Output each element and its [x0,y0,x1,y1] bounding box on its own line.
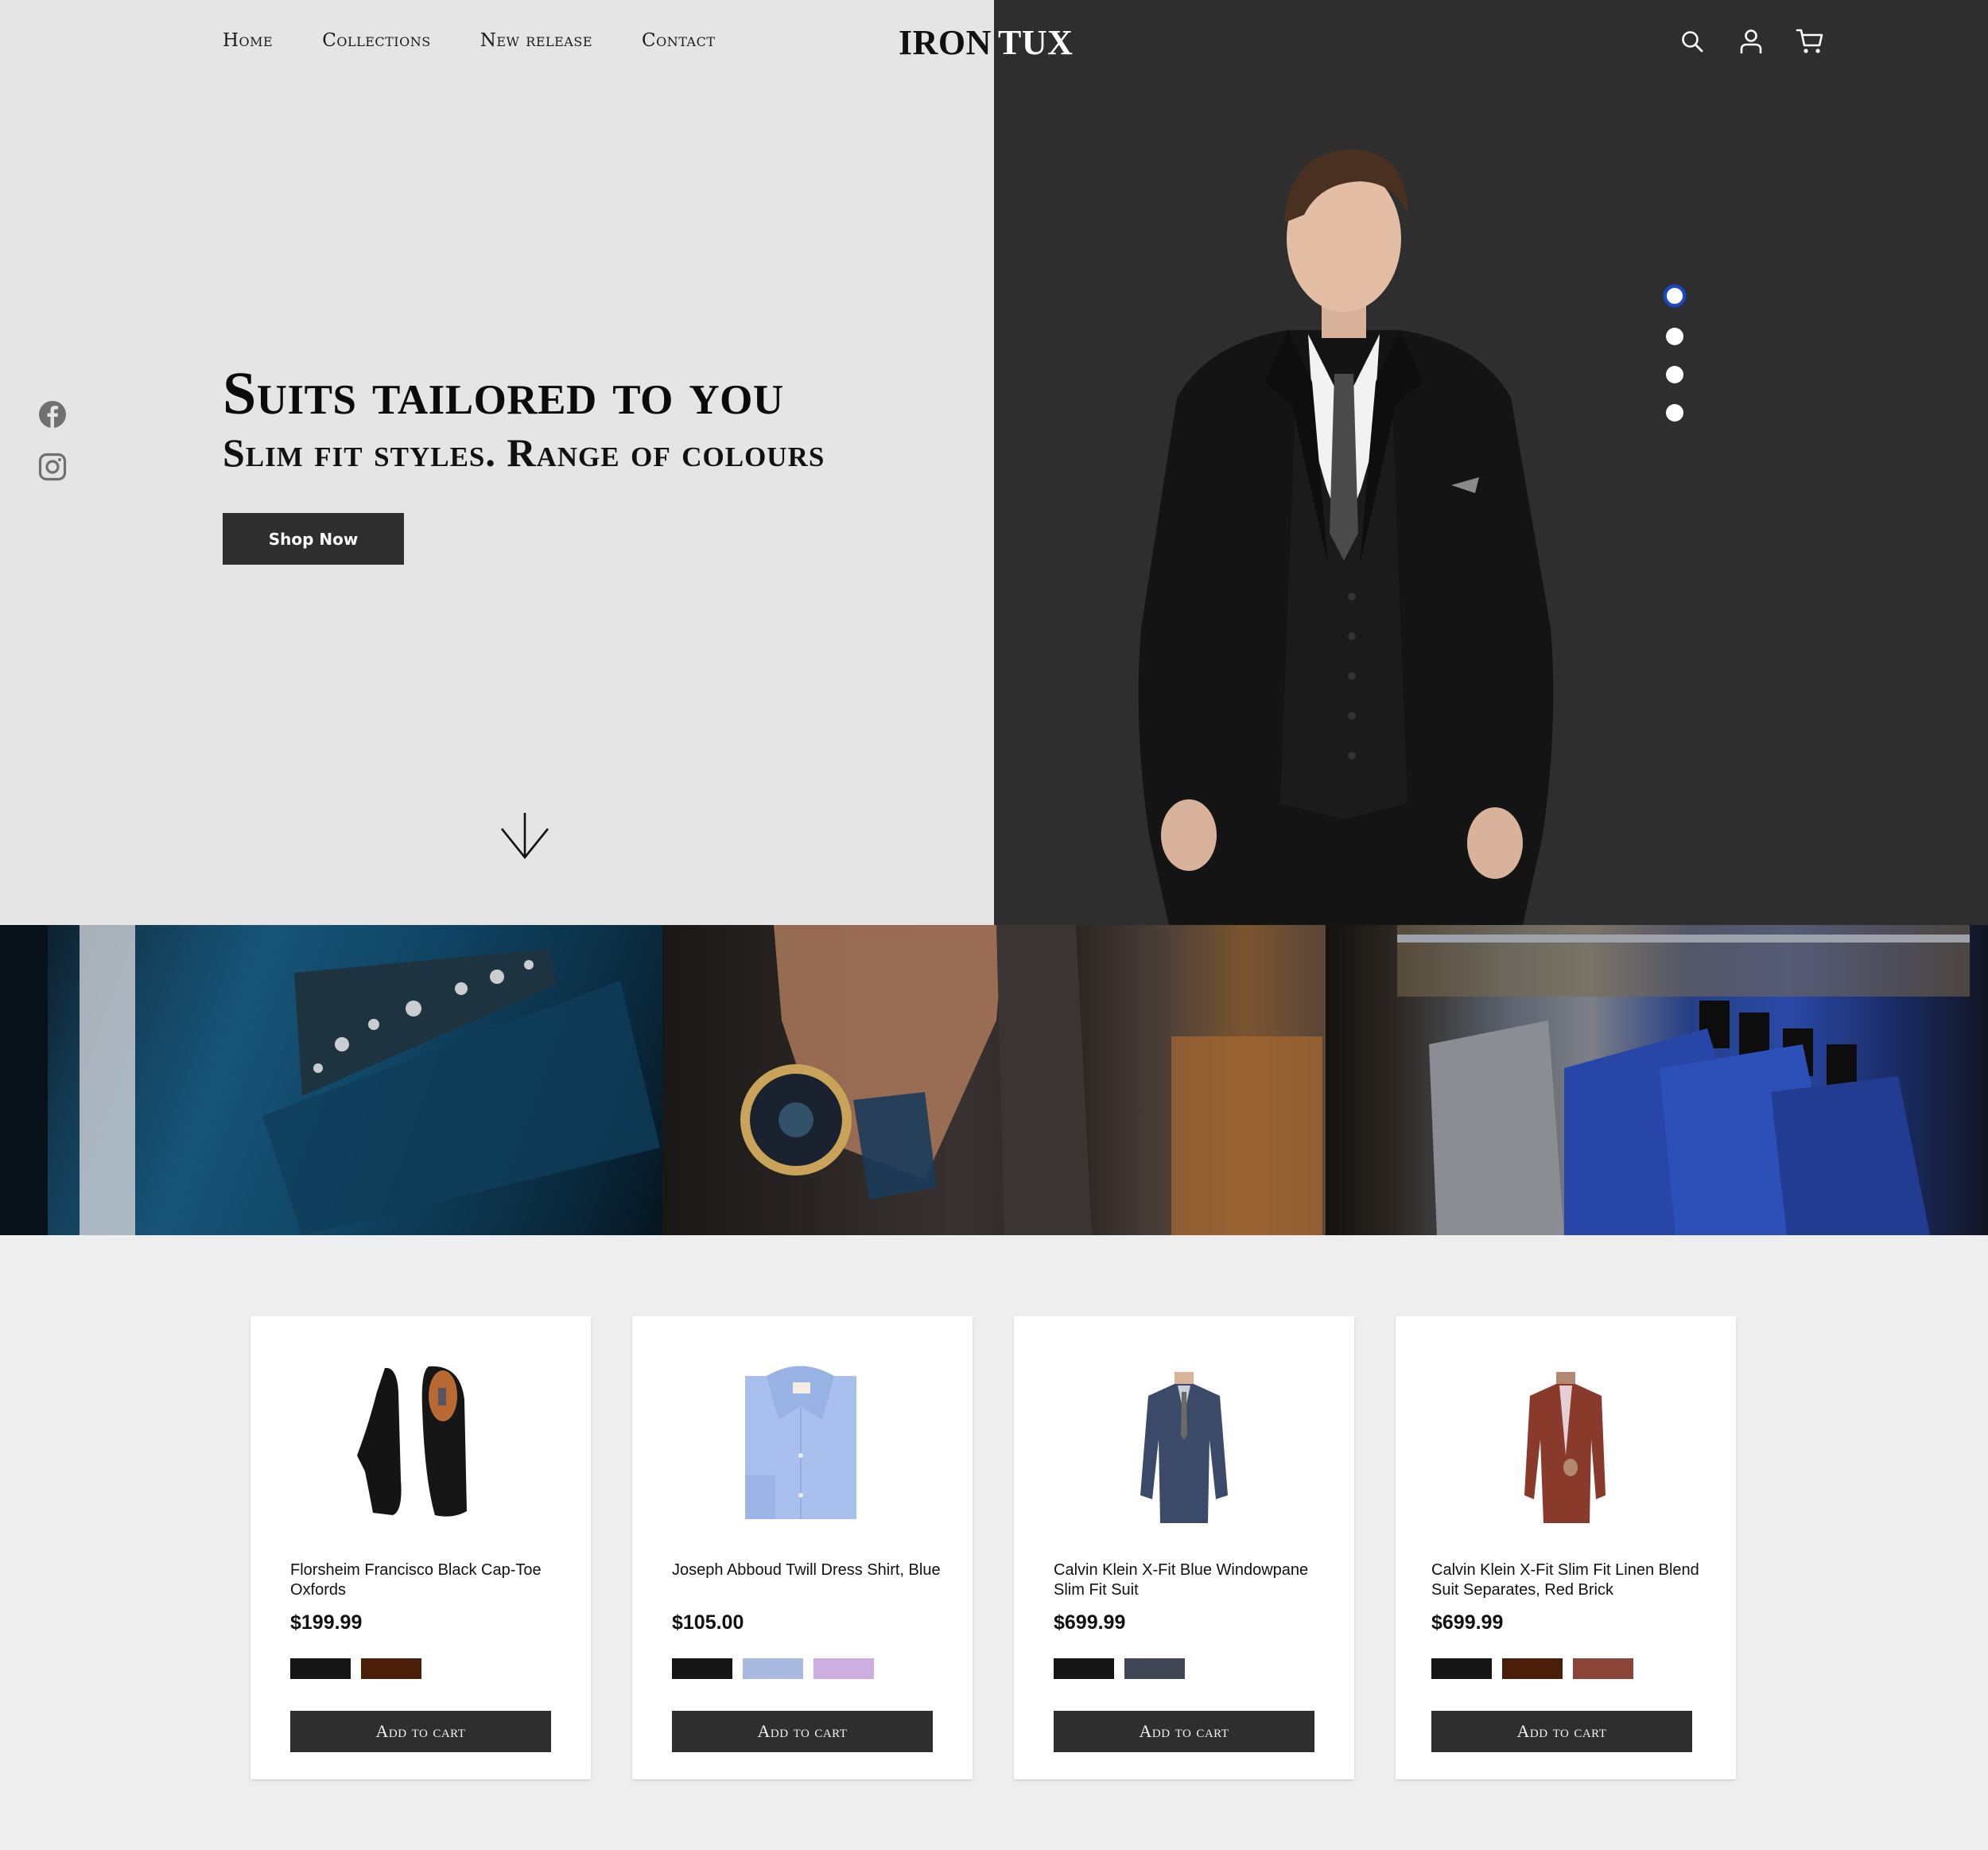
brand-logo[interactable]: IRON TUX [899,22,1073,63]
product-image-dress-shirt[interactable] [723,1360,882,1523]
arrow-down-icon[interactable] [499,811,550,862]
product-image-red-brick-suit[interactable] [1486,1360,1645,1523]
swatch-brown[interactable] [361,1658,421,1679]
shop-now-button[interactable]: Shop Now [223,513,404,565]
color-swatches [672,1658,874,1679]
hero-section: Home Collections New release Contact IRO… [0,0,1988,925]
swatch-black[interactable] [290,1658,351,1679]
slider-dot-2[interactable] [1666,328,1683,345]
search-button[interactable] [1678,25,1706,57]
header-actions [1678,25,1824,57]
swatch-light-blue[interactable] [743,1658,803,1679]
add-to-cart-button[interactable]: Add to cart [672,1711,933,1752]
product-name[interactable]: Florsheim Francisco Black Cap-Toe Oxford… [290,1560,559,1600]
account-button[interactable] [1737,25,1765,57]
product-card: Calvin Klein X-Fit Blue Windowpane Slim … [1014,1316,1354,1779]
product-card: Joseph Abboud Twill Dress Shirt, Blue $1… [632,1316,973,1779]
nav-home[interactable]: Home [223,30,273,51]
search-icon [1682,31,1703,52]
gallery-strip [0,925,1988,1235]
product-name[interactable]: Joseph Abboud Twill Dress Shirt, Blue [672,1560,941,1580]
product-price: $199.99 [290,1611,363,1634]
product-card: Calvin Klein X-Fit Slim Fit Linen Blend … [1396,1316,1736,1779]
product-image-windowpane-suit[interactable] [1105,1360,1264,1523]
hero-title: Suits tailored to you [223,360,784,427]
pocket-square-illustration [0,925,660,1235]
swatch-navy[interactable] [1124,1658,1185,1679]
slider-dot-4[interactable] [1666,404,1683,422]
product-price: $699.99 [1054,1611,1126,1634]
main-nav: Home Collections New release Contact [223,30,765,51]
swatch-lavender[interactable] [813,1658,874,1679]
nav-collections[interactable]: Collections [322,30,430,51]
gallery-image-suit-rack[interactable] [1325,925,1988,1235]
hero-subtitle: Slim fit styles. Range of colours [223,430,825,475]
suit-rack-illustration [1396,925,1970,1235]
slider-dot-3[interactable] [1666,366,1683,383]
product-name[interactable]: Calvin Klein X-Fit Slim Fit Linen Blend … [1431,1560,1704,1600]
product-card: Florsheim Francisco Black Cap-Toe Oxford… [250,1316,591,1779]
instagram-icon[interactable] [38,453,67,481]
brand-logo-part1: IRON [899,23,992,62]
hero-model-image [1138,150,1554,925]
slider-dot-1[interactable] [1664,285,1686,307]
cart-button[interactable] [1796,25,1824,57]
cart-icon [1796,29,1823,53]
watch-illustration [740,925,1323,1235]
user-icon [1740,29,1762,54]
color-swatches [290,1658,421,1679]
color-swatches [1431,1658,1633,1679]
social-links [38,400,67,481]
color-swatches [1054,1658,1185,1679]
product-price: $699.99 [1431,1611,1504,1634]
product-section: Florsheim Francisco Black Cap-Toe Oxford… [0,1235,1988,1850]
gallery-image-pocket-square[interactable] [0,925,663,1235]
nav-new-release[interactable]: New release [480,30,592,51]
hero-right-panel [994,0,1988,925]
product-image-oxford-shoes[interactable] [341,1360,500,1523]
swatch-black[interactable] [1431,1658,1492,1679]
product-price: $105.00 [672,1611,744,1634]
brand-logo-part2: TUX [998,23,1074,62]
hero-slider-dots [1664,285,1686,422]
nav-contact[interactable]: Contact [642,30,715,51]
swatch-brown[interactable] [1502,1658,1563,1679]
add-to-cart-button[interactable]: Add to cart [290,1711,551,1752]
gallery-image-watch[interactable] [662,925,1326,1235]
product-name[interactable]: Calvin Klein X-Fit Blue Windowpane Slim … [1054,1560,1322,1600]
add-to-cart-button[interactable]: Add to cart [1431,1711,1692,1752]
swatch-black[interactable] [672,1658,732,1679]
swatch-red-brick[interactable] [1573,1658,1633,1679]
add-to-cart-button[interactable]: Add to cart [1054,1711,1314,1752]
swatch-black[interactable] [1054,1658,1114,1679]
facebook-icon[interactable] [38,400,67,429]
